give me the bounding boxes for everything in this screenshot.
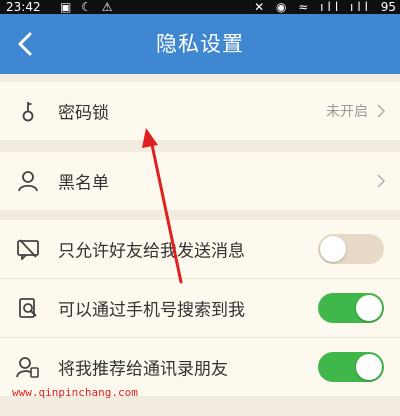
watermark: www.qinpinchang.com [12,386,138,399]
blacklist-label: 黑名单 [58,173,109,194]
title-bar: 隐私设置 [0,14,400,74]
search-by-phone-icon [14,294,42,322]
toggle-knob [356,354,382,380]
status-notification-icons: ▣ ☾ ⚠ [60,0,116,14]
phone-search-label: 可以通过手机号搜索到我 [58,300,245,321]
friends-only-message-row: 只允许好友给我发送消息 [0,220,400,278]
contact-recommend-icon [14,353,42,381]
person-icon [14,167,42,195]
friends-only-message-toggle[interactable] [318,234,384,264]
status-system-icons: ✕ ◉ ≈ ıll ıll [254,0,372,14]
blacklist-row[interactable]: 黑名单 [0,152,400,210]
key-icon [14,97,42,125]
password-section: 密码锁 未开启 [0,82,400,140]
phone-search-toggle[interactable] [318,293,384,323]
contacts-recommend-toggle[interactable] [318,352,384,382]
chevron-right-icon [377,174,386,188]
password-lock-status: 未开启 [326,104,368,120]
password-lock-label: 密码锁 [58,103,109,124]
battery-level: 95 [380,0,396,14]
chevron-right-icon [377,104,386,118]
status-bar: 23:42 ▣ ☾ ⚠ ✕ ◉ ≈ ıll ıll 95 [0,0,400,14]
toggle-knob [356,295,382,321]
contacts-recommend-label: 将我推荐给通讯录朋友 [58,359,228,380]
page-title: 隐私设置 [156,32,244,56]
friends-only-message-label: 只允许好友给我发送消息 [58,241,245,262]
messaging-section: 只允许好友给我发送消息 可以通过手机号搜索到我 将我推荐给通讯录朋友 [0,220,400,396]
message-blocked-icon [14,235,42,263]
blacklist-section: 黑名单 [0,152,400,210]
toggle-knob [320,236,346,262]
phone-search-row: 可以通过手机号搜索到我 [0,278,400,337]
status-time: 23:42 [6,0,41,14]
password-lock-row[interactable]: 密码锁 未开启 [0,82,400,140]
